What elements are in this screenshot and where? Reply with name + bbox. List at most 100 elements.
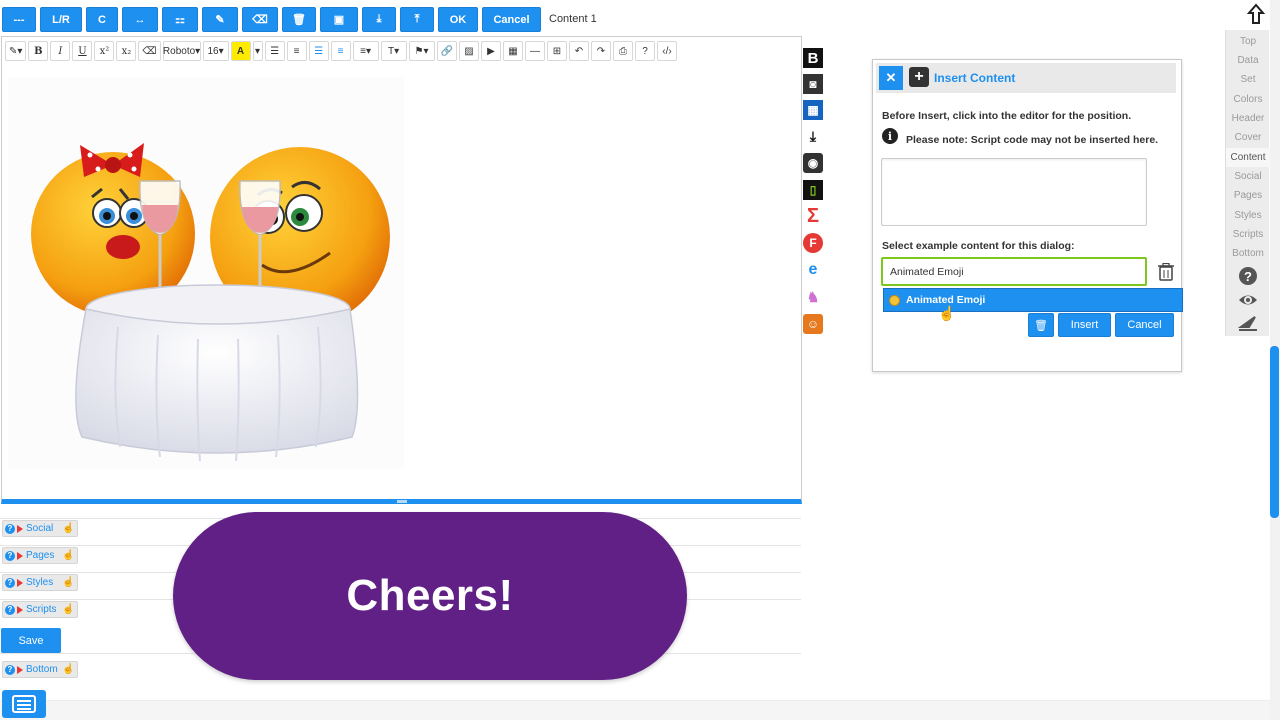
content-editor[interactable]: ✎▾ B I U x² x₂ ⌫ Roboto ▾ 16 ▾ A ▾ ☰ ≡ ☰ ≡… — [1, 36, 802, 504]
text-style-icon[interactable]: T▾ — [380, 41, 407, 61]
align-icon[interactable]: ≡▾ — [352, 41, 379, 61]
section-tab-bottom[interactable]: ? Bottom ☝ — [2, 661, 78, 678]
emoji-icon[interactable]: ☺ — [803, 314, 823, 334]
italic-icon[interactable]: I — [50, 41, 71, 61]
superscript-icon[interactable]: x² — [94, 41, 115, 61]
brush-button[interactable]: ✎ — [202, 7, 238, 32]
flag-icon[interactable]: ⚑▾ — [408, 41, 435, 61]
nav-social[interactable]: Social — [1226, 167, 1270, 186]
insert-button[interactable]: Insert — [1058, 313, 1111, 337]
nav-colors[interactable]: Colors — [1226, 90, 1270, 109]
nav-cover[interactable]: Cover — [1226, 128, 1270, 147]
bold-icon[interactable]: B — [28, 41, 49, 61]
delete-icon[interactable] — [1158, 263, 1174, 281]
calendar-icon[interactable]: ▦ — [803, 100, 823, 120]
drag-hand-icon[interactable]: ☝ — [62, 550, 74, 562]
help-icon[interactable]: ? — [5, 604, 15, 615]
table-icon[interactable]: ▦ — [503, 41, 523, 61]
nav-pages[interactable]: Pages — [1226, 186, 1270, 205]
dialog-close-icon[interactable]: ✕ — [879, 66, 903, 90]
nav-top[interactable]: Top — [1226, 32, 1270, 51]
sigma-icon[interactable]: Σ — [803, 205, 823, 227]
section-tab-styles[interactable]: ? Styles ☝ — [2, 574, 78, 591]
scrollbar-thumb[interactable] — [1270, 346, 1279, 518]
list-menu-button[interactable] — [2, 690, 46, 718]
drag-hand-icon[interactable]: ☝ — [62, 664, 74, 676]
redo-icon[interactable]: ↷ — [591, 41, 611, 61]
drag-hand-icon[interactable]: ☝ — [62, 577, 74, 589]
drag-hand-icon[interactable]: ☝ — [62, 523, 74, 535]
nav-set[interactable]: Set — [1226, 70, 1270, 89]
download-icon[interactable]: ⤓ — [803, 126, 823, 146]
upload-button[interactable]: ⤒ — [400, 7, 434, 32]
help-icon[interactable]: ? — [5, 664, 15, 675]
highlight-icon[interactable]: A — [230, 41, 251, 61]
full-width-button[interactable]: ↔ — [122, 7, 158, 32]
help-icon[interactable]: ? — [5, 523, 15, 534]
font-select[interactable]: Roboto ▾ — [162, 41, 201, 61]
nav-bottom[interactable]: Bottom — [1226, 244, 1270, 263]
outdent-list-icon[interactable]: ≡ — [330, 41, 351, 61]
publish-icon[interactable] — [1238, 313, 1258, 333]
help-icon[interactable]: ? — [635, 41, 655, 61]
underline-icon[interactable]: U — [72, 41, 93, 61]
section-tab-pages[interactable]: ? Pages ☝ — [2, 547, 78, 564]
drag-hand-icon[interactable]: ☝ — [62, 604, 74, 616]
help-icon[interactable]: ? — [5, 550, 15, 561]
eye-icon[interactable] — [1238, 290, 1258, 310]
dialog-cancel-button[interactable]: Cancel — [1115, 313, 1174, 337]
center-button[interactable]: C — [86, 7, 118, 32]
nav-data[interactable]: Data — [1226, 51, 1270, 70]
subscript-icon[interactable]: x₂ — [116, 41, 137, 61]
globe-icon[interactable]: ◉ — [803, 153, 823, 173]
ok-button[interactable]: OK — [438, 7, 478, 32]
picture-icon[interactable]: ▨ — [459, 41, 479, 61]
expand-arrow-icon — [17, 665, 23, 674]
svg-text:?: ? — [1244, 269, 1252, 284]
help-icon[interactable]: ? — [1238, 266, 1258, 286]
bullet-list-icon[interactable]: ☰ — [264, 41, 285, 61]
nav-header[interactable]: Header — [1226, 109, 1270, 128]
eraser-button[interactable]: ⌫ — [242, 7, 278, 32]
nav-styles[interactable]: Styles — [1226, 206, 1270, 225]
camera-icon[interactable]: ◙ — [803, 74, 823, 94]
size-select[interactable]: 16 ▾ — [202, 41, 229, 61]
separator-button[interactable]: --- — [2, 7, 36, 32]
trash-button[interactable]: 🗑 — [282, 7, 316, 32]
section-tab-social[interactable]: ? Social ☝ — [2, 520, 78, 537]
highlight-dropdown-icon[interactable]: ▾ — [252, 41, 263, 61]
save-button[interactable]: Save — [1, 628, 61, 653]
grid-button[interactable]: ⚏ — [162, 7, 198, 32]
insert-plus-icon[interactable]: ⊞ — [547, 41, 567, 61]
edge-icon[interactable]: e — [803, 260, 823, 280]
horizontal-rule-icon[interactable]: — — [525, 41, 545, 61]
indent-list-icon[interactable]: ☰ — [308, 41, 329, 61]
f-icon[interactable]: F — [803, 233, 823, 253]
pointer-hand-icon[interactable] — [1245, 3, 1267, 25]
nav-scripts[interactable]: Scripts — [1226, 225, 1270, 244]
clear-format-icon[interactable]: ⌫ — [138, 41, 161, 61]
editor-resize-handle[interactable] — [397, 500, 407, 503]
content-textarea[interactable] — [881, 158, 1147, 226]
unicorn-icon[interactable]: ♞ — [803, 287, 823, 307]
print-icon[interactable]: ⎙ — [613, 41, 633, 61]
nav-content[interactable]: Content — [1226, 148, 1270, 167]
video-icon[interactable]: ▶ — [481, 41, 501, 61]
expand-arrow-icon — [17, 524, 23, 533]
download-button[interactable]: ⤓ — [362, 7, 396, 32]
cancel-button[interactable]: Cancel — [482, 7, 541, 32]
bold-b-icon[interactable]: B — [803, 48, 823, 68]
link-icon[interactable]: 🔗 — [436, 41, 457, 61]
code-view-icon[interactable]: ‹/› — [657, 41, 677, 61]
help-icon[interactable]: ? — [5, 577, 15, 588]
pen-icon[interactable]: ✎▾ — [5, 41, 27, 61]
example-content-select[interactable]: Animated Emoji — [881, 257, 1147, 286]
left-right-button[interactable]: L/R — [40, 7, 82, 32]
document-icon[interactable]: ▯ — [803, 180, 823, 200]
numbered-list-icon[interactable]: ≡ — [286, 41, 307, 61]
image-button[interactable]: ▣ — [320, 7, 358, 32]
dropdown-option-animated-emoji[interactable]: Animated Emoji — [883, 288, 1183, 312]
section-tab-scripts[interactable]: ? Scripts ☝ — [2, 601, 78, 618]
undo-icon[interactable]: ↶ — [569, 41, 589, 61]
dialog-trash-button[interactable]: 🗑 — [1028, 313, 1054, 337]
